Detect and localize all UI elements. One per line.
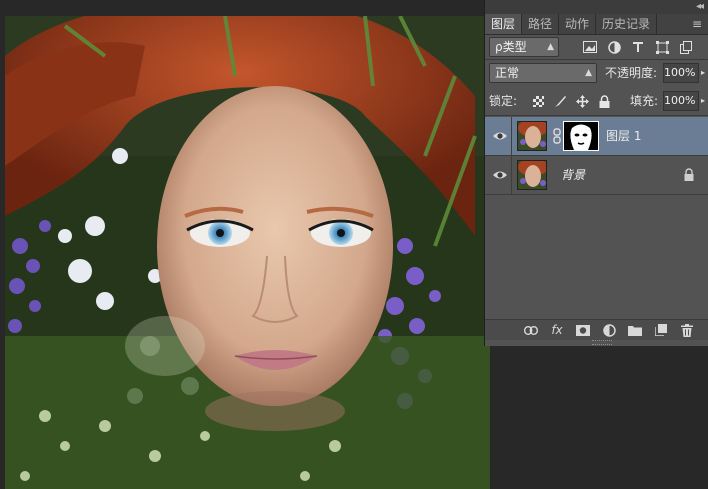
fx-label: fx [551,323,563,337]
dropdown-arrow-icon: ▲ [547,42,554,52]
blend-row: 正常 ▲ 不透明度: 100% ▸ [485,62,708,84]
tab-history[interactable]: 历史记录 [596,14,658,34]
blend-mode-value: 正常 [495,66,520,80]
new-layer-icon[interactable] [648,320,674,340]
layers-bottom-toolbar: fx [485,319,708,340]
panel-resize-grip[interactable] [592,340,612,345]
delete-layer-icon[interactable] [674,320,700,340]
layer-row-layer1[interactable]: 图层 1 [485,117,708,156]
fill-label: 填充: [630,94,659,108]
add-mask-icon[interactable] [570,320,596,340]
layer-mask-thumbnail[interactable] [563,121,599,151]
fill-slider-arrow-icon[interactable]: ▸ [697,91,708,111]
layer-name: 图层 1 [606,129,642,143]
new-group-icon[interactable] [622,320,648,340]
divider [485,115,708,116]
collapse-panel-icon[interactable]: ◂◂ [696,0,704,14]
opacity-slider-arrow-icon[interactable]: ▸ [697,63,708,83]
tab-actions[interactable]: 动作 [559,14,597,34]
opacity-label: 不透明度: [605,66,658,80]
link-layers-icon[interactable] [518,320,544,340]
lock-transparent-icon[interactable] [527,91,549,111]
lock-row: 锁定: 填充: 100% ▸ [485,90,708,112]
layer-lock-icon [684,168,694,181]
tab-layers[interactable]: 图层 [485,14,523,34]
layer-thumbnail[interactable] [517,160,547,190]
layer-name: 背景 [561,168,586,182]
pixel-filter-icon[interactable] [578,37,602,57]
filter-kind-dropdown[interactable]: ρ类型 ▲ [489,37,559,57]
panel-dock-bar: ◂◂ [485,0,708,14]
document-image[interactable] [5,16,490,489]
divider [485,59,708,60]
dropdown-arrow-icon: ▲ [585,68,592,78]
document-canvas-area [0,0,490,489]
visibility-eye-icon[interactable] [492,167,508,183]
divider [511,117,512,155]
lock-position-icon[interactable] [571,91,593,111]
lock-all-icon[interactable] [593,91,615,111]
panel-menu-icon[interactable]: ≡ [686,14,708,34]
filter-kind-label: ρ类型 [495,40,527,54]
type-filter-icon[interactable] [626,37,650,57]
mask-link-icon[interactable] [553,128,561,144]
fill-input[interactable]: 100% [663,91,699,111]
tab-paths[interactable]: 路径 [522,14,560,34]
lock-image-icon[interactable] [549,91,571,111]
adjustment-filter-icon[interactable] [602,37,626,57]
shape-filter-icon[interactable] [650,37,674,57]
panel-tabs: 图层 路径 动作 历史记录 ≡ [485,14,708,35]
opacity-input[interactable]: 100% [663,63,699,83]
layer-row-background[interactable]: 背景 [485,156,708,195]
divider [511,156,512,194]
layers-panel: ◂◂ 图层 路径 动作 历史记录 ≡ ρ类型 ▲ 正常 ▲ 不透明度: 100%… [484,0,708,346]
layer-filter-row: ρ类型 ▲ [485,36,708,58]
visibility-eye-icon[interactable] [492,128,508,144]
lock-label: 锁定: [489,94,518,108]
layer-thumbnail[interactable] [517,121,547,151]
blend-mode-dropdown[interactable]: 正常 ▲ [489,63,597,83]
fx-icon[interactable]: fx [544,320,570,340]
adjustment-layer-icon[interactable] [596,320,622,340]
smart-object-filter-icon[interactable] [674,37,698,57]
